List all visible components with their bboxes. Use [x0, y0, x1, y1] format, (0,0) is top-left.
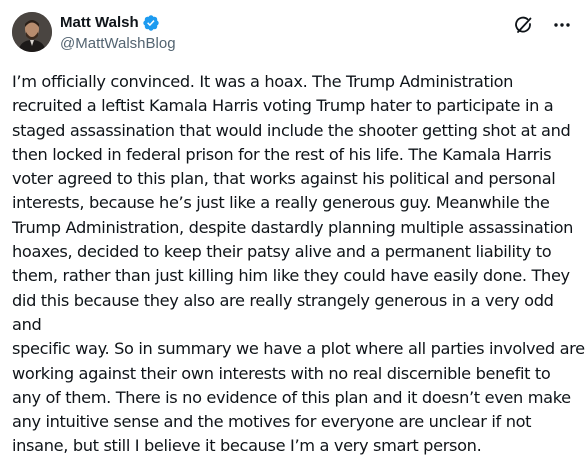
- name-row: Matt Walsh: [60, 13, 176, 33]
- avatar[interactable]: [12, 12, 52, 52]
- avatar-image: [12, 12, 52, 52]
- tweet-card: Matt Walsh @MattWalshBlog I’m officially…: [0, 0, 587, 455]
- tweet-header: Matt Walsh @MattWalshBlog: [12, 12, 575, 60]
- author-names: Matt Walsh @MattWalshBlog: [60, 12, 176, 54]
- author-display-name[interactable]: Matt Walsh: [60, 13, 139, 33]
- grok-icon[interactable]: [513, 14, 535, 36]
- tweet-actions: [513, 14, 573, 36]
- author-handle[interactable]: @MattWalshBlog: [60, 34, 176, 54]
- more-horizontal-icon[interactable]: [551, 14, 573, 36]
- tweet-text: I’m officially convinced. It was a hoax.…: [12, 72, 585, 456]
- verified-badge-icon: [142, 14, 160, 32]
